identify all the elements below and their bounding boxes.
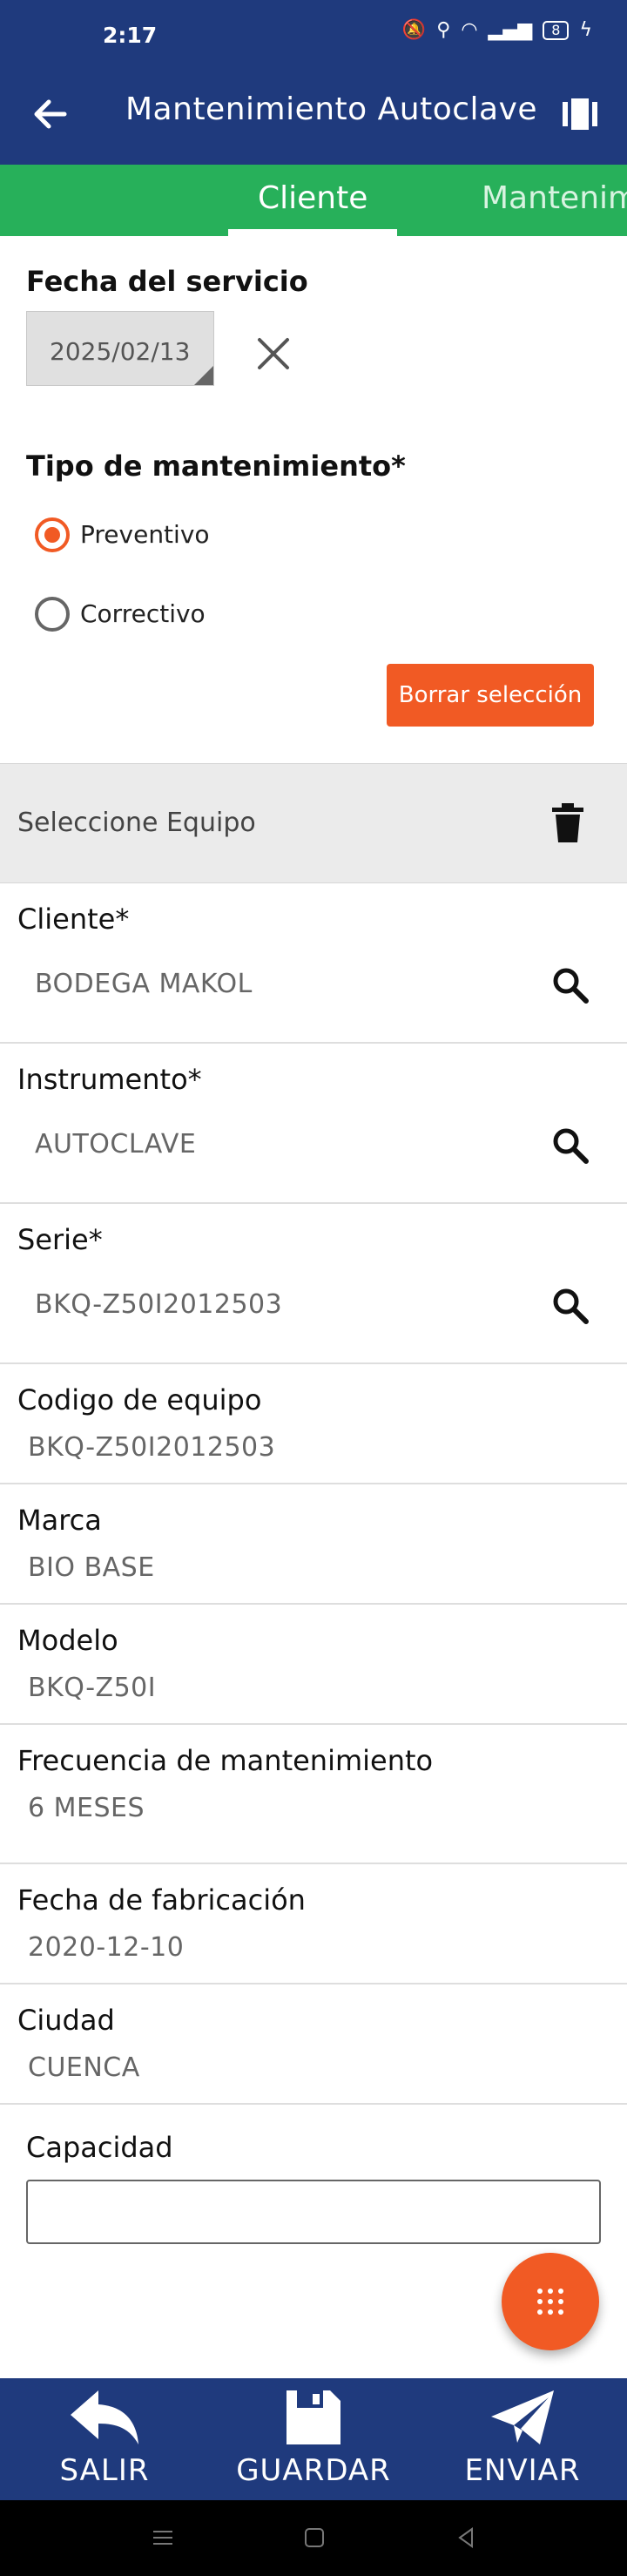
exit-label: SALIR bbox=[59, 2453, 150, 2488]
divider bbox=[0, 1723, 627, 1725]
mute-icon: 🔕 bbox=[401, 19, 427, 41]
marca-value: BIO BASE bbox=[28, 1552, 155, 1583]
tab-indicator bbox=[228, 229, 397, 236]
modelo-label: Modelo bbox=[17, 1624, 118, 1657]
send-button[interactable]: ENVIAR bbox=[435, 2387, 610, 2491]
search-icon[interactable] bbox=[550, 1126, 590, 1166]
paper-plane-icon bbox=[491, 2390, 554, 2444]
marca-label: Marca bbox=[17, 1504, 102, 1537]
frecuencia-value: 6 MESES bbox=[28, 1793, 145, 1823]
divider bbox=[0, 1863, 627, 1864]
tab-cliente[interactable]: Cliente bbox=[258, 180, 367, 216]
capacidad-label: Capacidad bbox=[26, 2131, 173, 2164]
divider bbox=[0, 1603, 627, 1605]
charging-icon: ϟ bbox=[579, 19, 592, 41]
app-bar: Mantenimiento Autoclave bbox=[0, 64, 627, 165]
radio-label-correctivo[interactable]: Correctivo bbox=[80, 599, 206, 628]
ciudad-label: Ciudad bbox=[17, 2004, 115, 2037]
reply-arrow-icon bbox=[71, 2390, 138, 2444]
serie-value[interactable]: BKQ-Z50I2012503 bbox=[35, 1289, 282, 1320]
select-equipment-label: Seleccione Equipo bbox=[17, 808, 256, 838]
battery-icon: 8 bbox=[543, 20, 570, 40]
save-floppy-icon bbox=[287, 2390, 340, 2444]
send-label: ENVIAR bbox=[464, 2453, 581, 2488]
select-equipment-bar[interactable]: Seleccione Equipo bbox=[0, 763, 627, 883]
fecha-fabricacion-value: 2020-12-10 bbox=[28, 1932, 185, 1963]
service-date-label: Fecha del servicio bbox=[26, 265, 308, 298]
page-title: Mantenimiento Autoclave bbox=[125, 91, 538, 127]
service-date-value: 2025/02/13 bbox=[50, 337, 191, 366]
location-icon: ⚲ bbox=[436, 19, 451, 41]
divider bbox=[0, 1202, 627, 1204]
status-time: 2:17 bbox=[103, 23, 158, 48]
divider bbox=[0, 1042, 627, 1044]
instrumento-value[interactable]: AUTOCLAVE bbox=[35, 1129, 196, 1160]
cliente-value[interactable]: BODEGA MAKOL bbox=[35, 969, 253, 999]
view-carousel-icon[interactable] bbox=[559, 93, 601, 135]
search-icon[interactable] bbox=[550, 965, 590, 1005]
service-date-field[interactable]: 2025/02/13 bbox=[26, 311, 214, 386]
date-corner-marker bbox=[194, 366, 213, 385]
exit-button[interactable]: SALIR bbox=[17, 2387, 192, 2491]
codigo-equipo-value: BKQ-Z50I2012503 bbox=[28, 1432, 276, 1463]
divider bbox=[0, 1483, 627, 1484]
save-label: GUARDAR bbox=[236, 2453, 391, 2488]
divider bbox=[0, 2103, 627, 2105]
fecha-fabricacion-label: Fecha de fabricación bbox=[17, 1883, 306, 1917]
menu-icon[interactable] bbox=[150, 2525, 176, 2551]
signal-icon: ▂▄▆ bbox=[488, 19, 533, 41]
cliente-label: Cliente* bbox=[17, 903, 130, 936]
trash-icon[interactable] bbox=[549, 802, 587, 844]
maintenance-type-label: Tipo de mantenimiento* bbox=[26, 450, 406, 483]
wifi-icon: ◠ bbox=[461, 19, 478, 41]
codigo-equipo-label: Codigo de equipo bbox=[17, 1383, 262, 1416]
modelo-value: BKQ-Z50I bbox=[28, 1673, 157, 1703]
capacidad-input[interactable] bbox=[26, 2180, 601, 2244]
save-button[interactable]: GUARDAR bbox=[226, 2387, 401, 2491]
close-icon[interactable] bbox=[254, 335, 293, 373]
divider bbox=[0, 1983, 627, 1984]
ciudad-value: CUENCA bbox=[28, 2052, 140, 2083]
tab-bar: Cliente Mantenim bbox=[0, 165, 627, 236]
radio-label-preventivo[interactable]: Preventivo bbox=[80, 520, 210, 549]
back-triangle-icon[interactable] bbox=[453, 2525, 479, 2551]
instrumento-label: Instrumento* bbox=[17, 1063, 202, 1096]
menu-fab-button[interactable] bbox=[502, 2253, 599, 2350]
frecuencia-label: Frecuencia de mantenimiento bbox=[17, 1744, 434, 1777]
dots-grid-icon bbox=[537, 2289, 563, 2315]
status-icons: 🔕 ⚲ ◠ ▂▄▆ 8 ϟ bbox=[402, 19, 592, 41]
clear-selection-button[interactable]: Borrar selección bbox=[387, 664, 594, 727]
serie-label: Serie* bbox=[17, 1223, 103, 1256]
search-icon[interactable] bbox=[550, 1286, 590, 1326]
system-nav-bar bbox=[0, 2500, 627, 2576]
home-icon[interactable] bbox=[301, 2525, 327, 2551]
back-arrow-icon[interactable] bbox=[26, 90, 75, 139]
radio-correctivo[interactable] bbox=[35, 597, 70, 632]
status-bar: 2:17 🔕 ⚲ ◠ ▂▄▆ 8 ϟ bbox=[0, 0, 627, 64]
radio-preventivo[interactable] bbox=[35, 517, 70, 552]
bottom-action-bar: SALIR GUARDAR ENVIAR bbox=[0, 2378, 627, 2500]
divider bbox=[0, 1362, 627, 1364]
tab-mantenimiento[interactable]: Mantenim bbox=[482, 180, 627, 216]
